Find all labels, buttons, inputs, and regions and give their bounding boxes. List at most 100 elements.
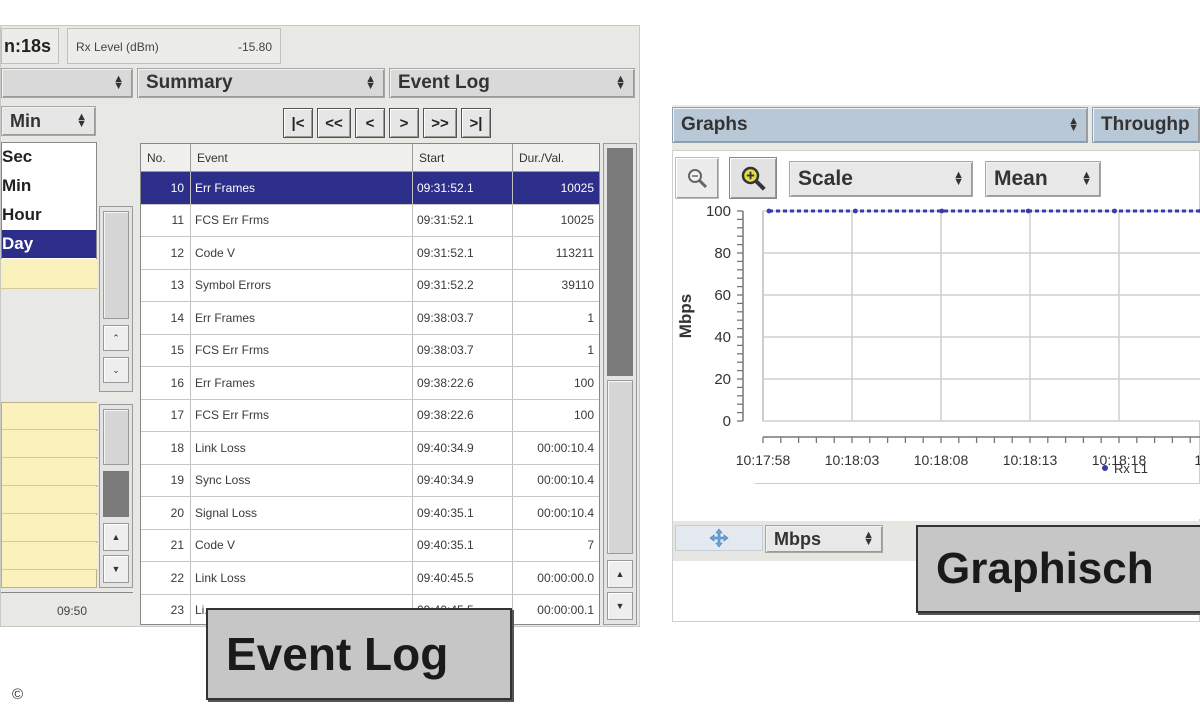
last-page-button[interactable]: >|	[461, 108, 491, 138]
x-tick-label: 10:18:08	[914, 452, 969, 468]
scrollbar-track-dark	[607, 148, 633, 376]
cell-start: 09:31:52.1	[413, 172, 513, 204]
throughput-dropdown[interactable]: Throughp	[1092, 107, 1200, 143]
list-item	[2, 543, 98, 570]
first-page-button[interactable]: |<	[283, 108, 313, 138]
cell-event: Link Loss	[191, 432, 413, 464]
scroll-down-button[interactable]: ▼	[607, 592, 633, 620]
table-row[interactable]: 13 Symbol Errors 09:31:52.2 39110	[141, 269, 599, 302]
cell-val: 10025	[513, 172, 599, 204]
cell-start: 09:40:35.1	[413, 529, 513, 561]
left-view-dropdown[interactable]: ▲ ▼	[1, 68, 133, 98]
cell-start: 09:38:22.6	[413, 399, 513, 431]
scroll-up-button[interactable]: ⌃	[103, 325, 129, 351]
y-tick-label: 100	[706, 203, 731, 220]
prev-page-button[interactable]: <	[355, 108, 385, 138]
pan-button[interactable]	[675, 525, 763, 551]
updown-arrows-icon: ▲ ▼	[1081, 169, 1092, 188]
column-header-start[interactable]: Start	[413, 144, 513, 172]
scrollbar-thumb[interactable]	[103, 211, 129, 319]
table-row[interactable]: 17 FCS Err Frms 09:38:22.6 100	[141, 399, 599, 432]
cell-no: 15	[141, 334, 191, 366]
table-row[interactable]: 22 Link Loss 09:40:45.5 00:00:00.0	[141, 562, 599, 595]
graphs-dropdown-value: Graphs	[681, 114, 748, 135]
cell-no: 11	[141, 204, 191, 236]
cell-no: 12	[141, 237, 191, 269]
table-row[interactable]: 15 FCS Err Frms 09:38:03.7 1	[141, 334, 599, 367]
scale-dropdown[interactable]: Scale ▲ ▼	[789, 161, 973, 197]
cell-event: Code V	[191, 529, 413, 561]
unit-dropdown-value: Mbps	[774, 528, 821, 549]
copyright-symbol: ©	[12, 686, 24, 703]
left-lower-scrollbar[interactable]: ▲ ▼	[99, 404, 133, 588]
cell-no: 22	[141, 562, 191, 594]
interval-option-hour[interactable]: Hour	[2, 201, 96, 229]
cell-no: 13	[141, 269, 191, 301]
cell-start: 09:40:34.9	[413, 432, 513, 464]
y-tick-label: 60	[714, 287, 731, 304]
time-axis-label: 09:50	[57, 604, 88, 618]
column-header-duration[interactable]: Dur./Val.	[513, 144, 599, 172]
throughput-dropdown-value: Throughp	[1101, 114, 1190, 135]
data-point	[853, 208, 858, 214]
table-row[interactable]: 18 Link Loss 09:40:34.9 00:00:10.4	[141, 432, 599, 465]
cell-event: Code V	[191, 237, 413, 269]
left-upper-scrollbar[interactable]: ⌃ ⌄	[99, 206, 133, 392]
cell-val: 00:00:10.4	[513, 465, 599, 497]
graphs-dropdown[interactable]: Graphs ▲ ▼	[672, 107, 1088, 143]
interval-option-min[interactable]: Min	[2, 172, 96, 200]
table-row[interactable]: 20 Signal Loss 09:40:35.1 00:00:10.4	[141, 497, 599, 530]
column-header-no[interactable]: No.	[141, 144, 191, 172]
zoom-in-button[interactable]	[729, 157, 777, 199]
legend-marker	[1102, 465, 1108, 471]
table-row[interactable]: 19 Sync Loss 09:40:34.9 00:00:10.4	[141, 464, 599, 497]
zoom-out-button[interactable]	[675, 157, 719, 199]
fast-forward-button[interactable]: >>	[423, 108, 457, 138]
cell-event: Sync Loss	[191, 464, 413, 496]
cell-no: 10	[141, 172, 191, 204]
next-page-button[interactable]: >	[389, 108, 419, 138]
cell-no: 16	[141, 367, 191, 399]
table-row[interactable]: 10 Err Frames 09:31:52.1 10025	[141, 172, 599, 205]
rx-level-field: Rx Level (dBm) -15.80	[67, 28, 281, 64]
updown-arrows-icon: ▲ ▼	[113, 73, 124, 92]
cell-start: 09:40:34.9	[413, 464, 513, 496]
x-tick-label: 10:1	[1194, 452, 1200, 468]
table-row[interactable]: 14 Err Frames 09:38:03.7 1	[141, 302, 599, 335]
scrollbar-thumb[interactable]	[103, 409, 129, 465]
data-point	[766, 208, 772, 214]
unit-dropdown[interactable]: Mbps ▲ ▼	[765, 525, 883, 553]
table-row[interactable]: 11 FCS Err Frms 09:31:52.1 10025	[141, 204, 599, 237]
column-header-event[interactable]: Event	[191, 144, 413, 172]
plot-frame	[762, 210, 1200, 422]
table-row[interactable]: 21 Code V 09:40:35.1 7	[141, 529, 599, 562]
cell-val: 1	[513, 302, 599, 334]
event-log-dropdown[interactable]: Event Log ▲ ▼	[389, 68, 635, 98]
scrollbar-thumb[interactable]	[607, 380, 633, 554]
scale-dropdown-value: Scale	[798, 167, 853, 190]
interval-option-sec[interactable]: Sec	[2, 143, 96, 171]
y-tick-label: 80	[714, 245, 731, 262]
four-way-arrow-icon	[709, 528, 729, 548]
table-row[interactable]: 12 Code V 09:31:52.1 113211	[141, 237, 599, 270]
interval-dropdown[interactable]: Min ▲ ▼	[1, 106, 96, 136]
data-point	[1025, 208, 1031, 214]
table-row[interactable]: 16 Err Frames 09:38:22.6 100	[141, 367, 599, 400]
event-table-scrollbar[interactable]: ▲ ▼	[603, 143, 637, 625]
cell-val: 00:00:10.4	[513, 432, 599, 464]
fast-back-button[interactable]: <<	[317, 108, 351, 138]
interval-option-day[interactable]: Day	[2, 230, 96, 258]
y-tick-label: 20	[714, 371, 731, 388]
updown-arrows-icon: ▲ ▼	[863, 529, 874, 548]
scroll-down-button[interactable]: ▼	[103, 555, 129, 583]
summary-dropdown[interactable]: Summary ▲ ▼	[137, 68, 385, 98]
summary-dropdown-value: Summary	[146, 72, 233, 93]
elapsed-time-field: n:18s	[1, 28, 59, 64]
scroll-up-button[interactable]: ▲	[103, 523, 129, 551]
scroll-up-button[interactable]: ▲	[607, 560, 633, 588]
magnifier-minus-icon	[688, 169, 708, 189]
scrollbar-track-dark	[103, 471, 129, 517]
mean-dropdown[interactable]: Mean ▲ ▼	[985, 161, 1101, 197]
scroll-down-button[interactable]: ⌄	[103, 357, 129, 383]
cell-val: 00:00:00.0	[513, 562, 599, 594]
